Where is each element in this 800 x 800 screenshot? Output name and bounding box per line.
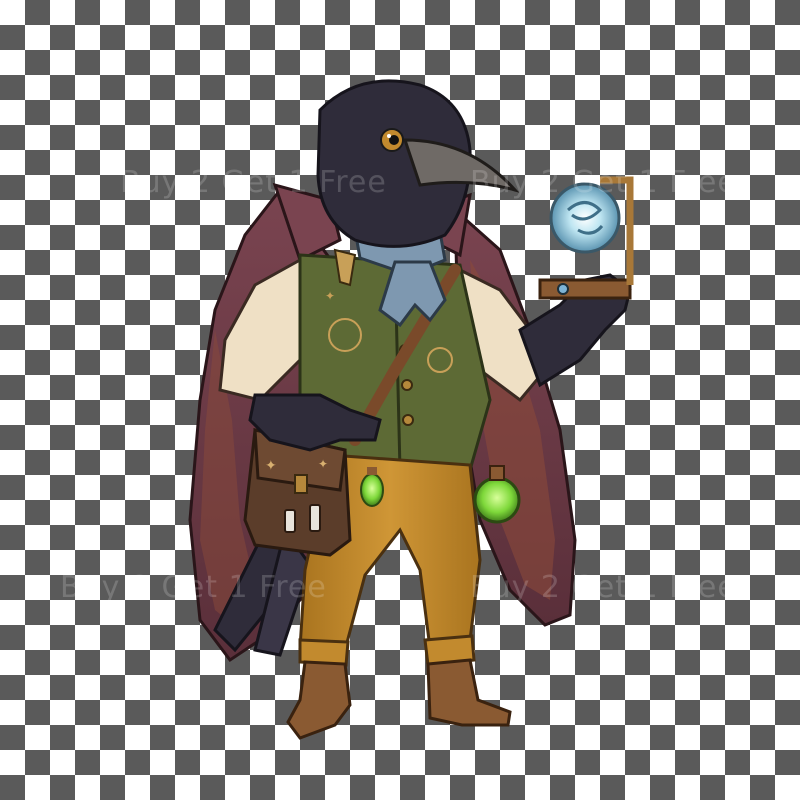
svg-text:✦: ✦ [318, 457, 328, 471]
boots [286, 658, 512, 740]
svg-text:✦: ✦ [325, 289, 335, 303]
satchel: ✦ ✦ [243, 428, 352, 557]
crow-head [316, 79, 520, 248]
illustration: ✦ ✦ ✦ ✦ ✦ [188, 79, 634, 740]
svg-text:✦: ✦ [265, 458, 277, 474]
orb-device [538, 176, 634, 300]
